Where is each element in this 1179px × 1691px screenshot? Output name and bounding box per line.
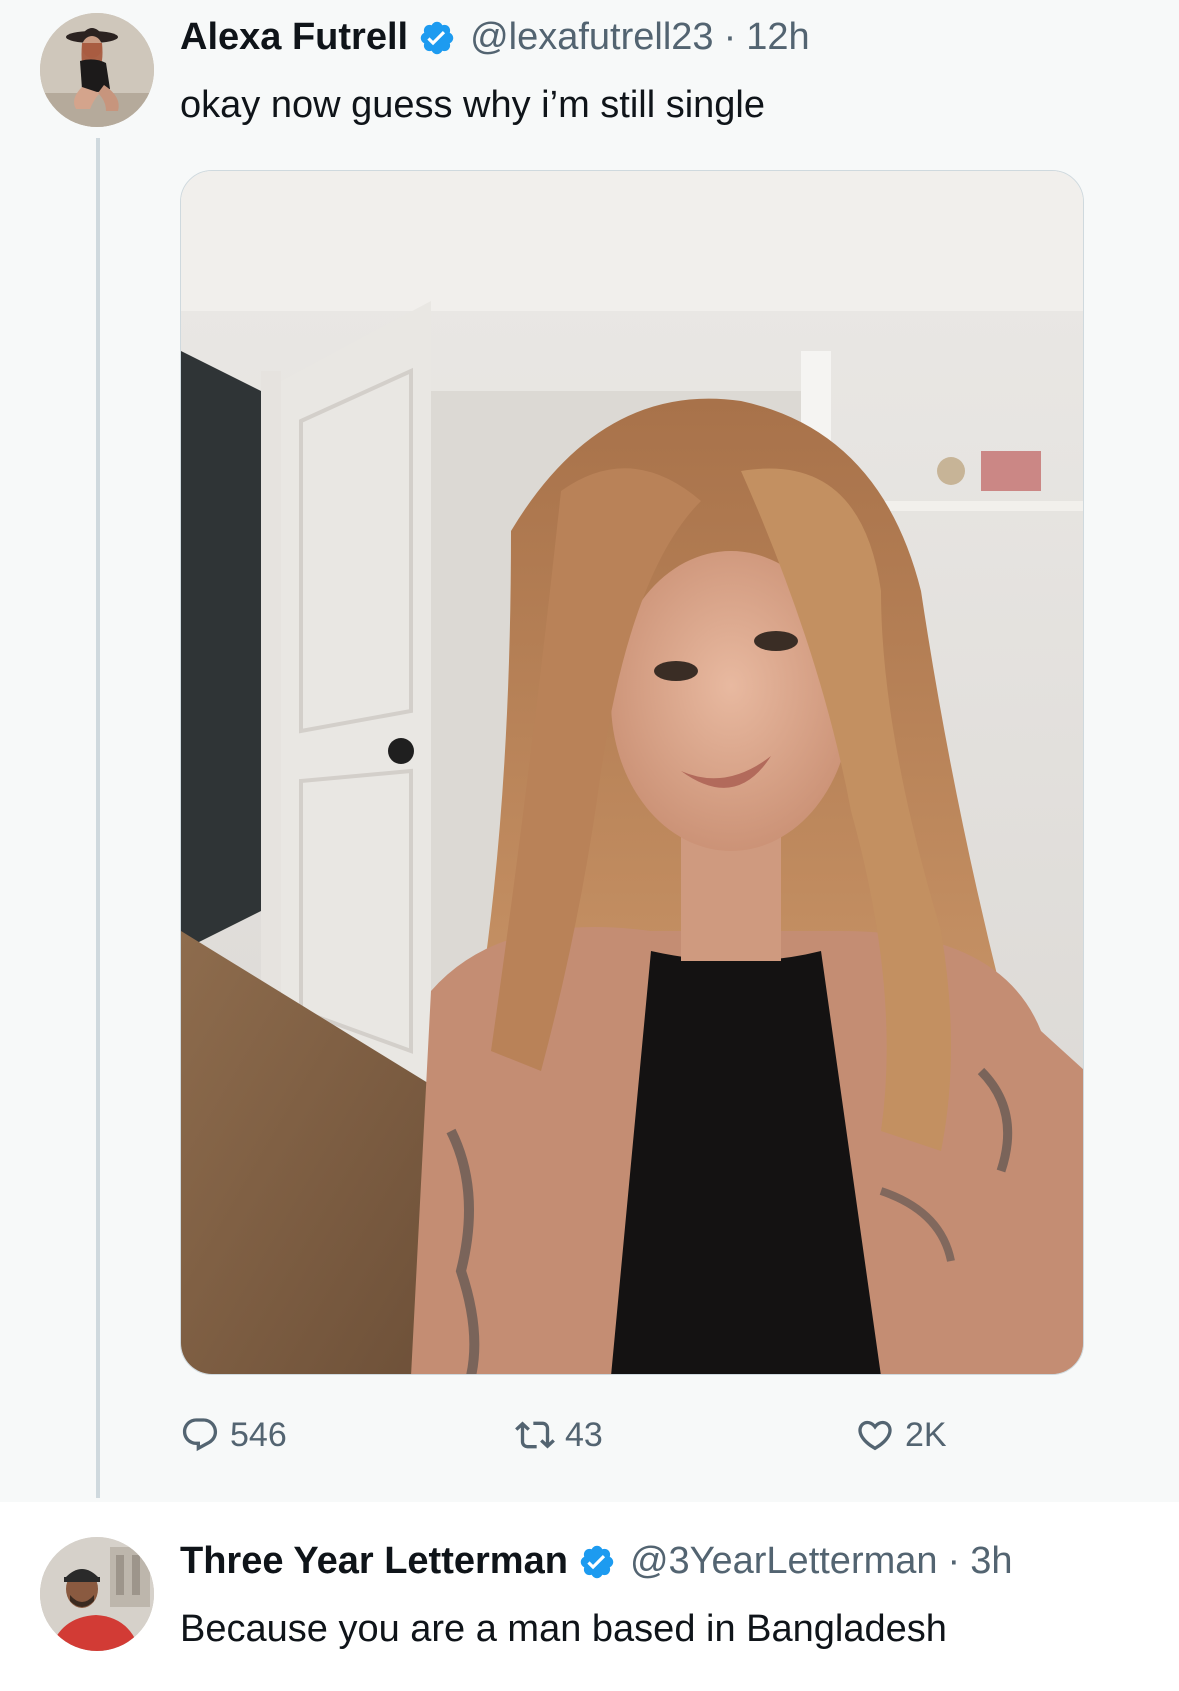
repost-count: 43	[565, 1415, 603, 1454]
tweet-text: okay now guess why i’m still single	[180, 84, 766, 126]
like-count: 2K	[905, 1415, 947, 1454]
meta-separator: ·	[723, 16, 737, 58]
reply-icon	[180, 1415, 220, 1455]
author-name[interactable]: Alexa Futrell	[180, 16, 408, 59]
thread-connector-line	[96, 138, 100, 1498]
reply-text: Because you are a man based in Banglades…	[180, 1608, 947, 1650]
meta-separator: ·	[947, 1540, 961, 1582]
heart-icon	[855, 1415, 895, 1455]
tweet-timestamp[interactable]: 12h	[746, 16, 809, 59]
avatar-photo	[40, 13, 154, 127]
avatar-photo	[40, 1537, 154, 1651]
repost-icon	[515, 1415, 555, 1455]
reply-tweet[interactable]	[0, 1502, 1179, 1691]
reply-author-avatar[interactable]	[40, 1537, 154, 1651]
like-button[interactable]: 2K	[855, 1415, 947, 1455]
reply-timestamp[interactable]: 3h	[970, 1540, 1012, 1583]
reply-author-name[interactable]: Three Year Letterman	[180, 1540, 568, 1583]
tweet-header: Alexa Futrell @lexafutrell23 · 12h	[180, 16, 810, 59]
verified-badge-icon	[418, 19, 456, 57]
author-avatar[interactable]	[40, 13, 154, 127]
reply-count: 546	[230, 1415, 287, 1454]
repost-button[interactable]: 43	[515, 1415, 603, 1455]
main-tweet[interactable]: Alexa Futrell @lexafutrell23 · 12h okay …	[0, 0, 1179, 1502]
reply-author-handle[interactable]: @3YearLetterman	[630, 1540, 938, 1583]
author-handle[interactable]: @lexafutrell23	[470, 16, 713, 59]
reply-button[interactable]: 546	[180, 1415, 287, 1455]
selfie-photo	[181, 171, 1083, 1374]
reply-header: Three Year Letterman @3YearLetterman · 3…	[180, 1540, 1012, 1583]
tweet-actions: 546 43 2K	[180, 1415, 1084, 1467]
tweet-photo[interactable]	[180, 170, 1084, 1375]
verified-badge-icon	[578, 1543, 616, 1581]
